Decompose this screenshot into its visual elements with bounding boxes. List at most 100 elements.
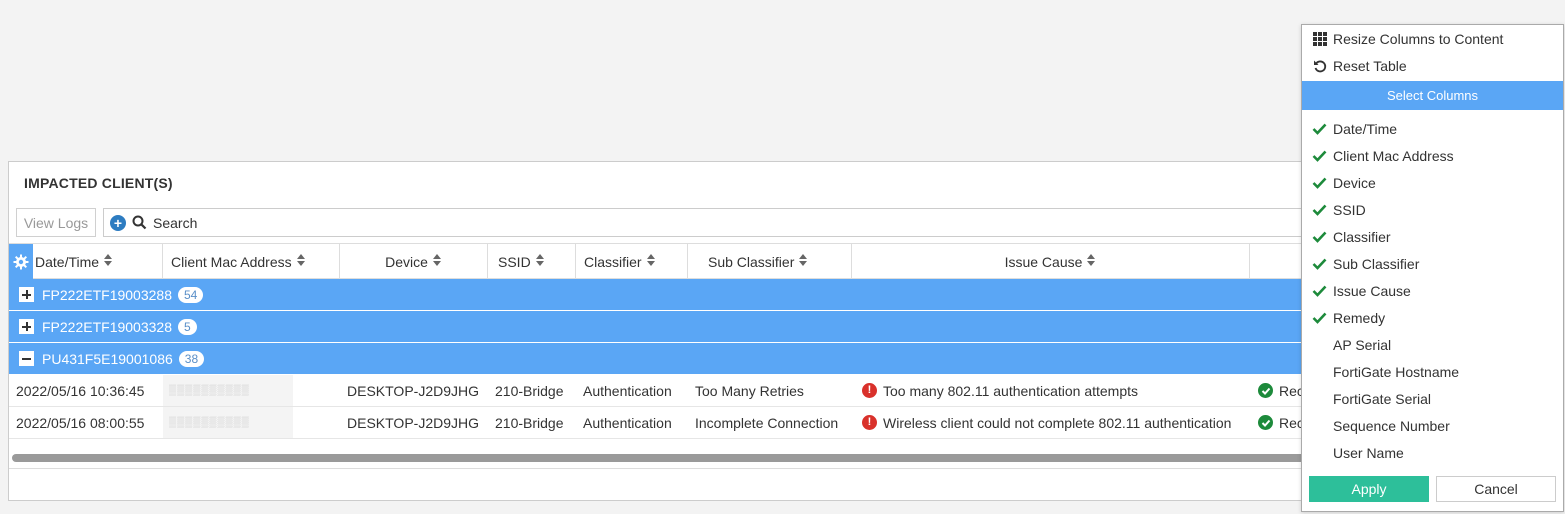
column-header-device[interactable]: Device	[340, 244, 488, 279]
reset-table-menu-item[interactable]: Reset Table	[1302, 52, 1563, 79]
column-option[interactable]: User Name	[1302, 439, 1563, 466]
column-header-label: Date/Time	[35, 253, 100, 270]
reset-table-label: Reset Table	[1333, 57, 1407, 74]
table-header: Date/Time Client Mac Address Device SSID…	[9, 243, 1337, 279]
table-row[interactable]: 2022/05/16 10:36:45 ▒▒▒▒▒▒▒▒▒▒ DESKTOP-J…	[9, 375, 1337, 407]
column-option-label: User Name	[1333, 444, 1404, 461]
column-header-label: Client Mac Address	[171, 253, 292, 270]
column-option-label: Issue Cause	[1333, 282, 1411, 299]
group-row[interactable]: FP222ETF19003328 5	[9, 311, 1337, 343]
column-option-label: Classifier	[1333, 228, 1391, 245]
checkmark-icon	[1312, 285, 1328, 297]
cell-classifier: Authentication	[583, 414, 672, 431]
column-header-client-mac[interactable]: Client Mac Address	[163, 244, 340, 279]
clients-table: Date/Time Client Mac Address Device SSID…	[9, 243, 1337, 439]
cell-ssid: 210-Bridge	[495, 382, 564, 399]
column-option[interactable]: Issue Cause	[1302, 277, 1563, 304]
column-option-label: Device	[1333, 174, 1376, 191]
column-option-label: Remedy	[1333, 309, 1386, 326]
checkmark-icon	[1312, 231, 1328, 243]
group-count-badge: 5	[177, 318, 197, 335]
expand-icon[interactable]	[19, 319, 34, 334]
checkmark-icon	[1312, 258, 1328, 270]
resize-columns-menu-item[interactable]: Resize Columns to Content	[1302, 25, 1563, 52]
cell-client-mac: ▒▒▒▒▒▒▒▒▒▒	[163, 407, 340, 438]
column-settings-menu: Resize Columns to Content Reset Table Se…	[1301, 24, 1564, 512]
search-icon	[132, 215, 147, 230]
column-option[interactable]: Remedy	[1302, 304, 1563, 331]
error-icon: !	[862, 415, 877, 430]
sort-icon[interactable]	[296, 253, 306, 270]
column-option[interactable]: Sub Classifier	[1302, 250, 1563, 277]
group-row[interactable]: PU431F5E19001086 38	[9, 343, 1337, 375]
panel-footer-divider	[9, 468, 1337, 469]
toolbar: View Logs +	[16, 208, 1337, 238]
column-header-sub-classifier[interactable]: Sub Classifier	[688, 244, 852, 279]
column-option[interactable]: FortiGate Hostname	[1302, 358, 1563, 385]
column-header-datetime[interactable]: Date/Time	[33, 244, 163, 279]
group-label: PU431F5E19001086	[42, 350, 173, 367]
column-list: Date/Time Client Mac Address Device SSID Cla…	[1302, 115, 1563, 466]
cell-classifier: Authentication	[583, 382, 672, 399]
column-header-label: Issue Cause	[1004, 253, 1083, 270]
cell-issue-cause: ! Too many 802.11 authentication attempt…	[852, 375, 1250, 406]
impacted-clients-panel: IMPACTED CLIENT(S) View Logs + Search Da…	[8, 161, 1338, 501]
sort-icon[interactable]	[1086, 253, 1096, 270]
table-settings-gear-icon[interactable]	[9, 244, 33, 279]
select-columns-header: Select Columns	[1302, 81, 1563, 110]
column-option-label: FortiGate Serial	[1333, 390, 1432, 407]
redacted-mac: ▒▒▒▒▒▒▒▒▒▒	[163, 407, 293, 438]
collapse-icon[interactable]	[19, 351, 34, 366]
sort-icon[interactable]	[646, 253, 656, 270]
group-count-badge: 38	[178, 350, 205, 367]
add-filter-icon[interactable]: +	[110, 214, 126, 231]
check-circle-icon	[1258, 415, 1273, 430]
column-option-label: Date/Time	[1333, 120, 1398, 137]
menu-buttons: Apply Cancel	[1309, 476, 1556, 502]
cell-datetime: 2022/05/16 08:00:55	[16, 414, 145, 431]
column-header-issue-cause[interactable]: Issue Cause	[852, 244, 1250, 279]
cell-sub-classifier: Incomplete Connection	[695, 414, 839, 431]
column-option[interactable]: AP Serial	[1302, 331, 1563, 358]
checkmark-icon	[1312, 177, 1328, 189]
check-circle-icon	[1258, 383, 1273, 398]
column-header-ssid[interactable]: SSID	[488, 244, 576, 279]
sort-icon[interactable]	[798, 253, 808, 270]
checkmark-icon	[1312, 123, 1328, 135]
column-option-label: SSID	[1333, 201, 1366, 218]
cancel-button[interactable]: Cancel	[1436, 476, 1556, 502]
horizontal-scrollbar[interactable]	[12, 454, 1337, 462]
group-row[interactable]: FP222ETF19003288 54	[9, 279, 1337, 311]
column-option[interactable]: SSID	[1302, 196, 1563, 223]
view-logs-button[interactable]: View Logs	[16, 208, 96, 237]
sort-icon[interactable]	[432, 253, 442, 270]
cell-device: DESKTOP-J2D9JHG	[347, 382, 479, 399]
cell-datetime: 2022/05/16 10:36:45	[16, 382, 145, 399]
column-option[interactable]: Client Mac Address	[1302, 142, 1563, 169]
column-option[interactable]: Date/Time	[1302, 115, 1563, 142]
column-header-classifier[interactable]: Classifier	[576, 244, 688, 279]
sort-icon[interactable]	[103, 253, 113, 270]
search-box[interactable]: +	[103, 208, 1337, 237]
column-option-label: Sub Classifier	[1333, 255, 1420, 272]
search-input[interactable]	[151, 213, 1336, 232]
sort-icon[interactable]	[535, 253, 545, 270]
column-option[interactable]: Device	[1302, 169, 1563, 196]
error-icon: !	[862, 383, 877, 398]
apply-button[interactable]: Apply	[1309, 476, 1429, 502]
panel-title: IMPACTED CLIENT(S)	[24, 175, 173, 191]
checkmark-icon	[1312, 312, 1328, 324]
expand-icon[interactable]	[19, 287, 34, 302]
grid-icon	[1312, 31, 1328, 46]
column-option-label: FortiGate Hostname	[1333, 363, 1460, 380]
column-header-label: Device	[385, 253, 428, 270]
group-label: FP222ETF19003288	[42, 286, 172, 303]
column-option[interactable]: FortiGate Serial	[1302, 385, 1563, 412]
column-option[interactable]: Classifier	[1302, 223, 1563, 250]
cell-client-mac: ▒▒▒▒▒▒▒▒▒▒	[163, 375, 340, 406]
column-option[interactable]: Sequence Number	[1302, 412, 1563, 439]
table-row[interactable]: 2022/05/16 08:00:55 ▒▒▒▒▒▒▒▒▒▒ DESKTOP-J…	[9, 407, 1337, 439]
column-header-label: Classifier	[584, 253, 642, 270]
cell-sub-classifier: Too Many Retries	[695, 382, 804, 399]
cell-device: DESKTOP-J2D9JHG	[347, 414, 479, 431]
